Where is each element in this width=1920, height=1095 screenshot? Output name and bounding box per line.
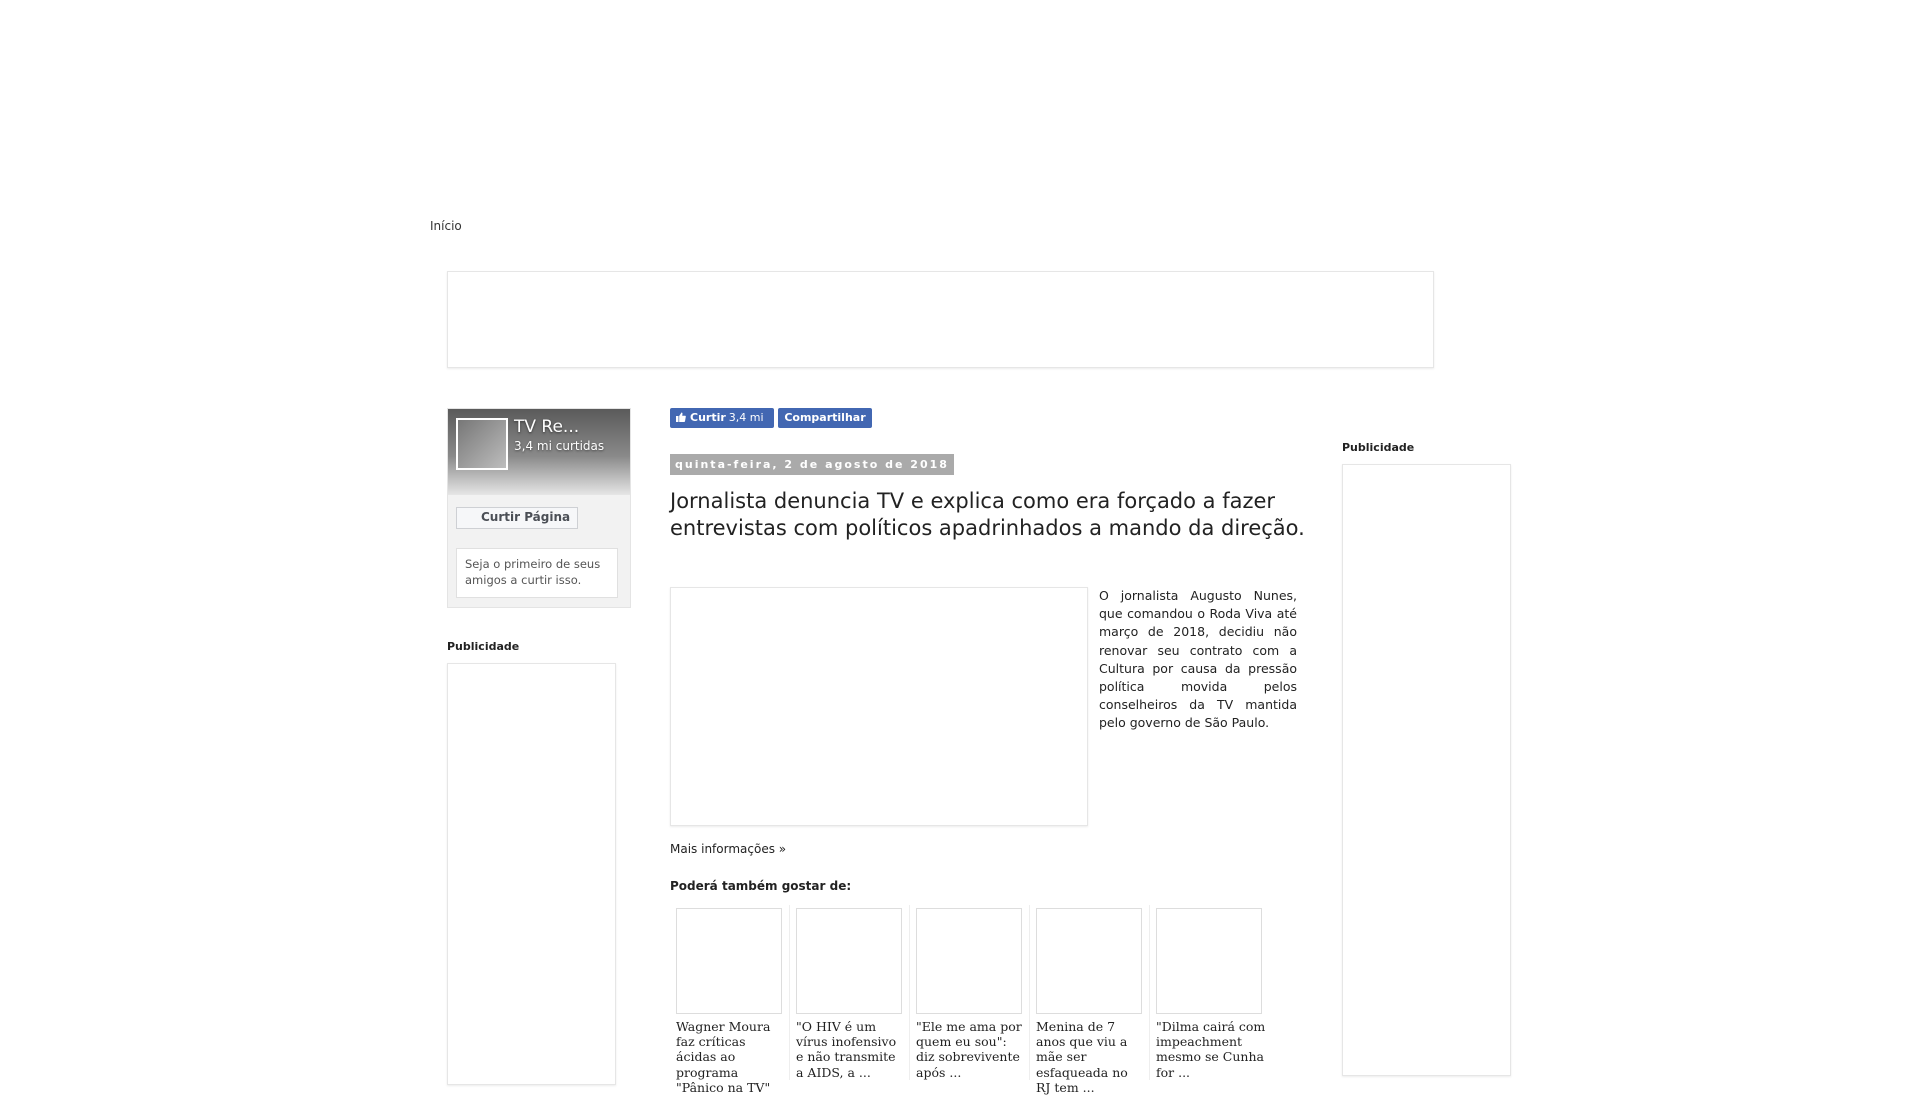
facebook-friends-text: Seja o primeiro de seus amigos a curtir … bbox=[456, 548, 618, 598]
nav-home-link[interactable]: Início bbox=[430, 219, 462, 233]
facebook-page-name[interactable]: TV Re... bbox=[514, 417, 579, 437]
related-post-item[interactable]: "O HIV é um vírus inofensivo e não trans… bbox=[790, 905, 910, 1080]
facebook-like-button[interactable]: Curtir 3,4 mi bbox=[670, 408, 774, 428]
like-page-button-label: Curtir Página bbox=[481, 510, 571, 524]
thumbs-up-icon bbox=[676, 412, 686, 422]
facebook-page-avatar[interactable] bbox=[456, 418, 508, 470]
related-posts-heading: Poderá também gostar de: bbox=[670, 879, 852, 893]
related-post-title[interactable]: Wagner Moura faz críticas ácidas ao prog… bbox=[676, 1019, 786, 1095]
related-post-title[interactable]: "Ele me ama por quem eu sou": diz sobrev… bbox=[916, 1019, 1026, 1080]
post-date: quinta-feira, 2 de agosto de 2018 bbox=[670, 454, 954, 475]
facebook-page-widget: TV Re... 3,4 mi curtidas Curtir Página S… bbox=[447, 408, 631, 608]
related-post-thumbnail[interactable] bbox=[796, 908, 902, 1014]
facebook-like-count: 3,4 mi bbox=[728, 411, 764, 424]
related-post-item[interactable]: "Ele me ama por quem eu sou": diz sobrev… bbox=[910, 905, 1030, 1080]
post-title[interactable]: Jornalista denuncia TV e explica como er… bbox=[670, 488, 1310, 542]
related-post-item[interactable]: "Dilma cairá com impeachment mesmo se Cu… bbox=[1150, 905, 1270, 1080]
related-post-item[interactable]: Wagner Moura faz críticas ácidas ao prog… bbox=[670, 905, 790, 1095]
read-more-link[interactable]: Mais informações » bbox=[670, 842, 786, 856]
related-post-title[interactable]: "Dilma cairá com impeachment mesmo se Cu… bbox=[1156, 1019, 1266, 1080]
header-ad-slot bbox=[447, 271, 1434, 368]
post-excerpt: O jornalista Augusto Nunes, que comandou… bbox=[1099, 588, 1297, 731]
facebook-cover-image[interactable]: TV Re... 3,4 mi curtidas bbox=[448, 409, 630, 495]
post-image[interactable] bbox=[670, 587, 1088, 826]
right-ad-label: Publicidade bbox=[1342, 441, 1415, 454]
left-ad-label: Publicidade bbox=[447, 640, 520, 653]
related-post-title[interactable]: Menina de 7 anos que viu a mãe ser esfaq… bbox=[1036, 1019, 1146, 1095]
related-post-title[interactable]: "O HIV é um vírus inofensivo e não trans… bbox=[796, 1019, 906, 1080]
facebook-share-button[interactable]: Compartilhar bbox=[778, 408, 872, 428]
related-post-thumbnail[interactable] bbox=[1156, 908, 1262, 1014]
facebook-like-label: Curtir bbox=[690, 411, 726, 424]
related-post-thumbnail[interactable] bbox=[916, 908, 1022, 1014]
related-post-item[interactable]: Menina de 7 anos que viu a mãe ser esfaq… bbox=[1030, 905, 1150, 1095]
facebook-page-likes: 3,4 mi curtidas bbox=[514, 439, 605, 453]
left-ad-slot bbox=[447, 663, 616, 1085]
related-post-thumbnail[interactable] bbox=[676, 908, 782, 1014]
related-post-thumbnail[interactable] bbox=[1036, 908, 1142, 1014]
right-ad-slot bbox=[1342, 464, 1511, 1076]
like-page-button[interactable]: Curtir Página bbox=[456, 507, 578, 529]
